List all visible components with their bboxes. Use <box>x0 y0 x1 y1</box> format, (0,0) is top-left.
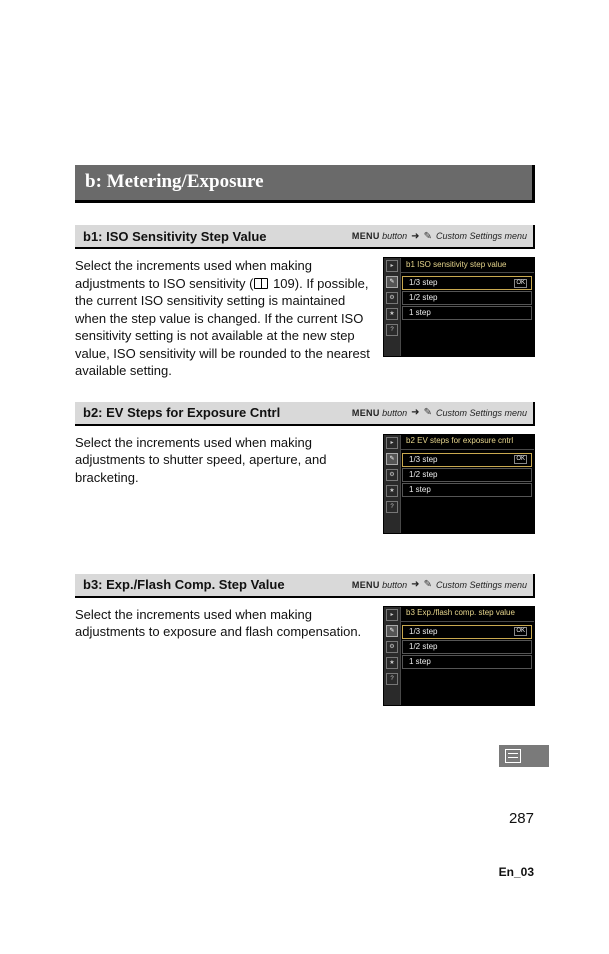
setting-bar-b1: b1: ISO Sensitivity Step Value MENU butt… <box>75 225 535 249</box>
pencil-icon: ✎ <box>424 579 432 590</box>
body-text-b2: Select the increments used when making a… <box>75 434 373 534</box>
thumb-row: 1/3 stepOK <box>402 625 532 639</box>
manual-ref-icon <box>254 278 268 289</box>
csm-label: Custom Settings menu <box>436 580 527 590</box>
setting-bar-b3: b3: Exp./Flash Comp. Step Value MENU but… <box>75 574 535 598</box>
body-text-b1: Select the increments used when making a… <box>75 257 373 380</box>
menu-thumbnail-b1: ▸✎⚙★? b1 ISO sensitivity step value 1/3 … <box>383 257 535 357</box>
setting-bar-b2: b2: EV Steps for Exposure Cntrl MENU but… <box>75 402 535 426</box>
thumb-header-b3: b3 Exp./flash comp. step value <box>384 607 534 622</box>
thumb-sidebar: ▸✎⚙★? <box>384 607 401 705</box>
setting-title-b2: b2: EV Steps for Exposure Cntrl <box>75 405 280 420</box>
thumb-row: 1/2 step <box>402 468 532 482</box>
menu-button-label: MENU <box>352 580 380 590</box>
thumb-row: 1 step <box>402 306 532 320</box>
doc-id: En_03 <box>499 865 534 879</box>
menu-button-label: MENU <box>352 231 380 241</box>
menu-thumbnail-b3: ▸✎⚙★? b3 Exp./flash comp. step value 1/3… <box>383 606 535 706</box>
ok-icon: OK <box>514 279 527 288</box>
thumb-row: 1/2 step <box>402 291 532 305</box>
button-word: button <box>382 408 407 418</box>
arrow-icon: ➜ <box>411 407 419 418</box>
menu-thumbnail-b2: ▸✎⚙★? b2 EV steps for exposure cntrl 1/3… <box>383 434 535 534</box>
body-text-b3: Select the increments used when making a… <box>75 606 373 706</box>
thumb-row: 1 step <box>402 483 532 497</box>
setting-title-b3: b3: Exp./Flash Comp. Step Value <box>75 577 285 592</box>
ok-icon: OK <box>514 455 527 464</box>
thumb-row: 1/3 stepOK <box>402 453 532 467</box>
thumb-sidebar: ▸✎⚙★? <box>384 258 401 356</box>
thumb-row: 1/3 stepOK <box>402 276 532 290</box>
arrow-icon: ➜ <box>411 231 419 242</box>
csm-label: Custom Settings menu <box>436 231 527 241</box>
setting-nav-b3: MENU button ➜ ✎ Custom Settings menu <box>285 579 533 590</box>
pencil-icon: ✎ <box>424 231 432 242</box>
button-word: button <box>382 580 407 590</box>
setting-title-b1: b1: ISO Sensitivity Step Value <box>75 229 267 244</box>
list-icon <box>505 749 521 763</box>
csm-label: Custom Settings menu <box>436 408 527 418</box>
setting-nav-b1: MENU button ➜ ✎ Custom Settings menu <box>267 231 533 242</box>
side-tab <box>499 745 549 767</box>
thumb-row: 1/2 step <box>402 640 532 654</box>
thumb-sidebar: ▸✎⚙★? <box>384 435 401 533</box>
setting-nav-b2: MENU button ➜ ✎ Custom Settings menu <box>280 407 533 418</box>
thumb-header-b2: b2 EV steps for exposure cntrl <box>384 435 534 450</box>
arrow-icon: ➜ <box>411 579 419 590</box>
ok-icon: OK <box>514 627 527 636</box>
section-banner: b: Metering/Exposure <box>75 165 535 203</box>
button-word: button <box>382 231 407 241</box>
thumb-row: 1 step <box>402 655 532 669</box>
pencil-icon: ✎ <box>424 407 432 418</box>
thumb-header-b1: b1 ISO sensitivity step value <box>384 258 534 273</box>
page-number: 287 <box>509 810 534 827</box>
menu-button-label: MENU <box>352 408 380 418</box>
